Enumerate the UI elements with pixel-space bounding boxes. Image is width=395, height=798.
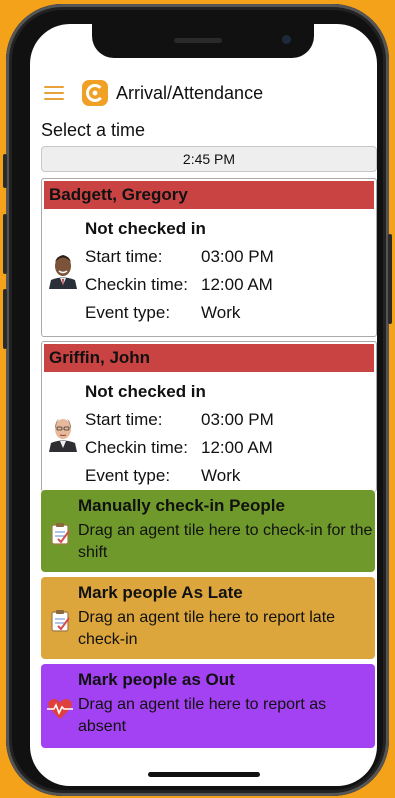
- start-time-value: 03:00 PM: [201, 247, 274, 266]
- agent-status: Not checked in: [85, 382, 206, 401]
- avatar: [47, 249, 79, 289]
- time-picker[interactable]: 2:45 PM: [41, 146, 377, 172]
- volume-down-button: [3, 289, 7, 349]
- event-type-label: Event type:: [85, 303, 171, 322]
- phone-frame: Arrival/Attendance Select a time 2:45 PM…: [3, 4, 392, 796]
- start-time-label: Start time:: [85, 247, 163, 266]
- drop-zone-description: Drag an agent tile here to report late c…: [78, 609, 336, 648]
- out-drop-zone[interactable]: Mark people as Out Drag an agent tile he…: [41, 664, 375, 748]
- agent-tile[interactable]: Griffin, John Not checked in Start time:: [41, 341, 377, 492]
- drop-zone-title: Mark people as Out: [78, 670, 235, 689]
- agent-tile[interactable]: Badgett, Gregory Not checked in Start ti…: [41, 178, 377, 337]
- agent-status: Not checked in: [85, 219, 206, 238]
- app-screen: Arrival/Attendance Select a time 2:45 PM…: [30, 24, 377, 786]
- agent-name: Badgett, Gregory: [44, 181, 374, 209]
- checkin-time-value: 12:00 AM: [201, 275, 273, 294]
- event-type-row: Event type: Work: [85, 303, 240, 323]
- clipboard-check-icon: [51, 609, 71, 638]
- app-logo-icon: [82, 80, 108, 106]
- event-type-value: Work: [201, 466, 241, 485]
- page-title: Arrival/Attendance: [116, 83, 264, 103]
- avatar: [47, 412, 79, 452]
- checkin-drop-zone[interactable]: Manually check-in People Drag an agent t…: [41, 490, 375, 572]
- start-time-row: Start time: 03:00 PM: [85, 247, 274, 267]
- start-time-row: Start time: 03:00 PM: [85, 410, 274, 430]
- drop-zone-title: Manually check-in People: [78, 496, 285, 515]
- agent-name: Griffin, John: [44, 344, 374, 372]
- select-time-label: Select a time: [41, 120, 146, 140]
- speaker: [174, 38, 222, 43]
- home-indicator[interactable]: [148, 772, 260, 777]
- event-type-value: Work: [201, 303, 241, 322]
- drop-zone-description: Drag an agent tile here to report as abs…: [78, 696, 327, 735]
- start-time-value: 03:00 PM: [201, 410, 274, 429]
- checkin-time-label: Checkin time:: [85, 438, 188, 457]
- late-drop-zone[interactable]: Mark people As Late Drag an agent tile h…: [41, 577, 375, 659]
- power-button: [388, 234, 392, 324]
- checkin-time-value: 12:00 AM: [201, 438, 273, 457]
- camera-notch: [92, 24, 314, 58]
- mute-switch: [3, 154, 7, 188]
- front-camera: [282, 35, 291, 44]
- event-type-row: Event type: Work: [85, 466, 240, 486]
- start-time-label: Start time:: [85, 410, 163, 429]
- checkin-time-row: Checkin time: 12:00 AM: [85, 275, 273, 295]
- heart-pulse-icon: [47, 698, 73, 725]
- clipboard-check-icon: [51, 522, 71, 551]
- drop-zone-description: Drag an agent tile here to check-in for …: [78, 522, 373, 561]
- checkin-time-row: Checkin time: 12:00 AM: [85, 438, 273, 458]
- event-type-label: Event type:: [85, 466, 171, 485]
- checkin-time-label: Checkin time:: [85, 275, 188, 294]
- drop-zone-title: Mark people As Late: [78, 583, 243, 602]
- hamburger-menu-icon[interactable]: [44, 86, 64, 100]
- volume-up-button: [3, 214, 7, 274]
- app-bar: Arrival/Attendance: [30, 72, 377, 112]
